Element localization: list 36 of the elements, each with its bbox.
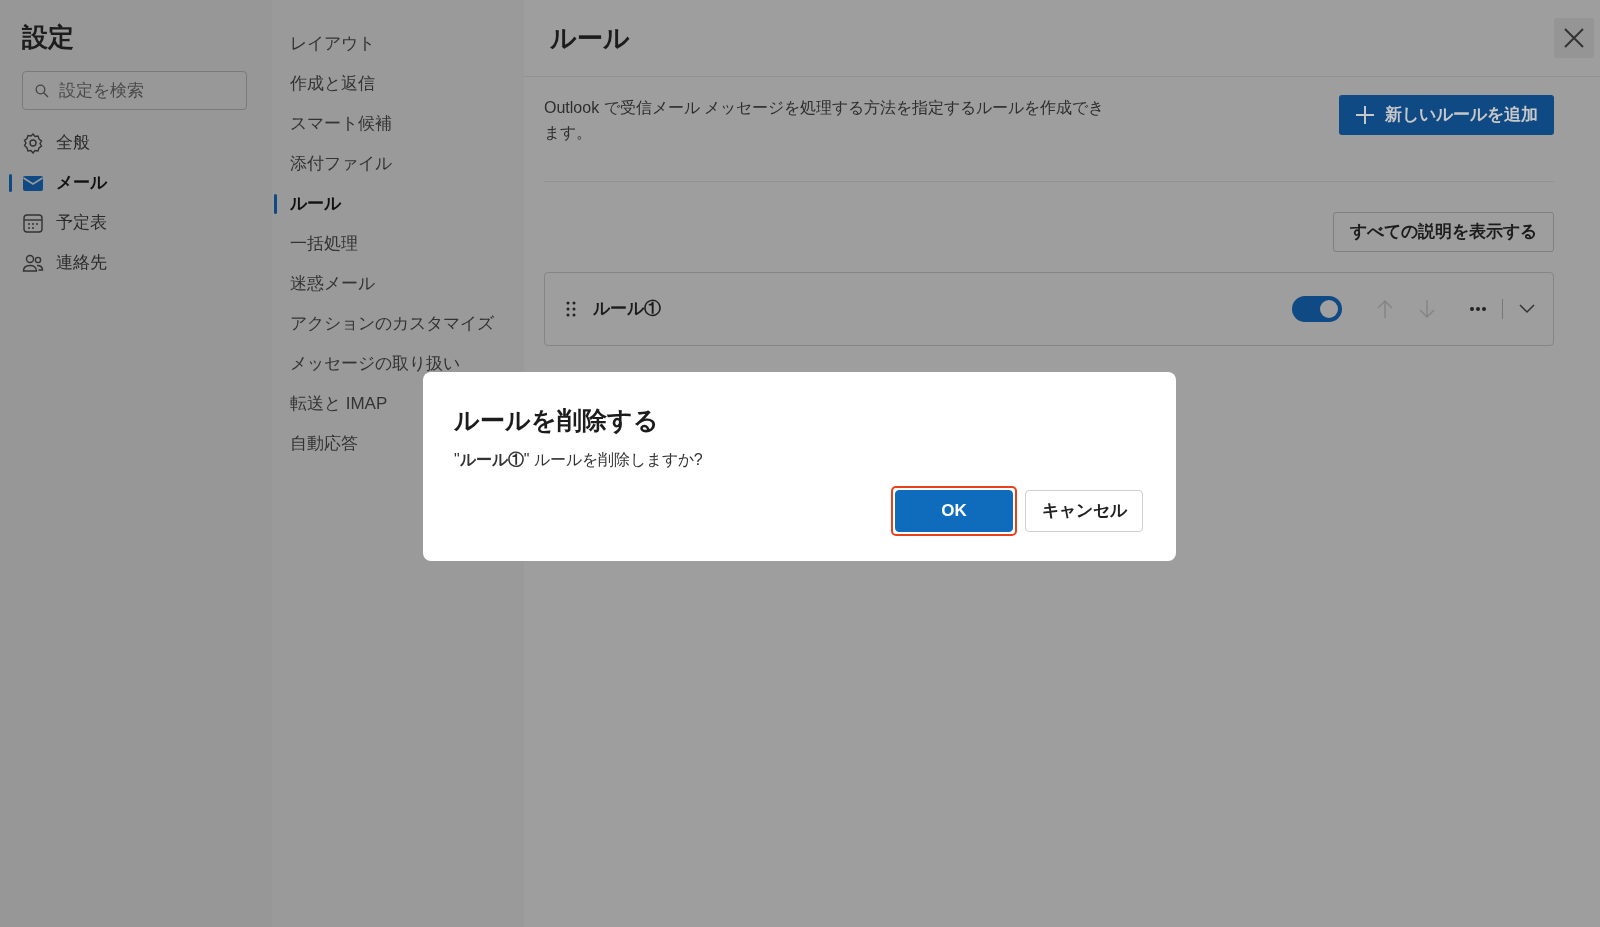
nav-item[interactable]: 連絡先 xyxy=(56,249,107,276)
dialog-message: "ルール①" ルールを削除しますか? xyxy=(454,449,704,470)
subnav-item[interactable]: スマート候補 xyxy=(290,111,392,137)
search-field[interactable]: 設定を検索 xyxy=(22,71,247,110)
settings-title: 設定 xyxy=(22,21,74,54)
dialog-title: ルールを削除する xyxy=(454,405,660,436)
subnav-item[interactable]: 作成と返信 xyxy=(290,71,375,97)
nav-item[interactable]: 予定表 xyxy=(56,209,107,236)
gear-icon xyxy=(22,131,44,154)
subnav-item[interactable]: アクションのカスタマイズ xyxy=(290,311,494,337)
show-all-descriptions-button[interactable]: すべての説明を表示する xyxy=(1333,212,1554,252)
more-icon[interactable] xyxy=(1470,307,1486,311)
toggle-switch[interactable] xyxy=(1292,296,1342,322)
subnav-item[interactable]: 転送と IMAP xyxy=(290,391,388,417)
description-text: Outlook で受信メール メッセージを処理する方法を指定するルールを作成できます。 xyxy=(544,98,1106,143)
rule-name: ルール① xyxy=(593,298,662,321)
nav-item[interactable]: メール xyxy=(56,169,107,196)
subnav-item[interactable]: 迷惑メール xyxy=(290,271,375,297)
subnav-item[interactable]: 自動応答 xyxy=(290,431,358,457)
cancel-button[interactable]: キャンセル xyxy=(1025,489,1143,532)
subnav-item[interactable]: 添付ファイル xyxy=(290,151,392,177)
nav-item[interactable]: 全般 xyxy=(56,129,90,156)
plus-icon xyxy=(1355,105,1375,125)
ok-button[interactable]: OK xyxy=(895,489,1013,532)
calendar-icon xyxy=(22,211,44,234)
close-button[interactable] xyxy=(1554,18,1594,58)
chevron-down-icon[interactable] xyxy=(1519,304,1535,314)
search-icon xyxy=(35,84,49,98)
page-title: ルール xyxy=(550,21,630,55)
subnav-item[interactable]: ルール xyxy=(290,191,341,217)
subnav-item[interactable]: メッセージの取り扱い xyxy=(290,351,460,377)
drag-handle-icon[interactable] xyxy=(565,301,577,317)
subnav-item[interactable]: レイアウト xyxy=(290,31,375,57)
add-rule-button[interactable]: 新しいルールを追加 xyxy=(1339,95,1554,135)
close-icon xyxy=(1563,27,1585,49)
subnav-item[interactable]: 一括処理 xyxy=(290,231,358,257)
